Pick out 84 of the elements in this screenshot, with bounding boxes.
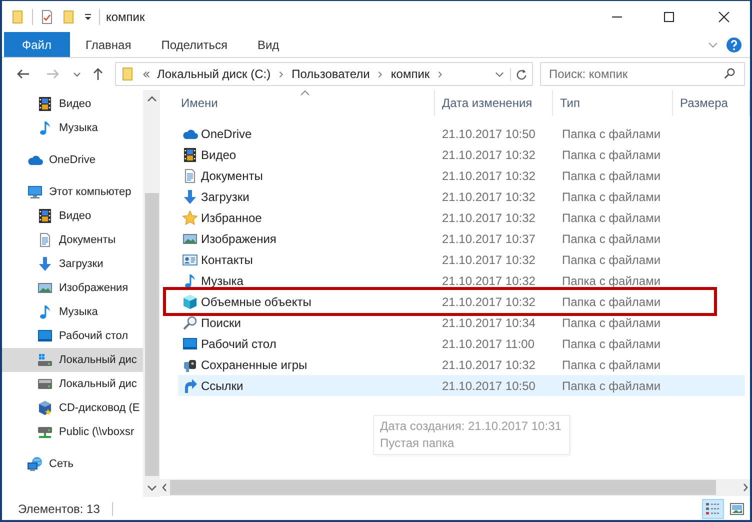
search-field[interactable]: Поиск: компик [540,62,745,86]
file-name: Контакты [201,252,253,266]
file-name: OneDrive [201,126,252,140]
file-type: Папка с файлами [561,232,662,246]
window-title: компик [106,10,145,24]
tooltip-text: Пустая папка [380,436,454,451]
modified-date: 21.10.2017 10:32 [441,210,536,224]
file-type: Папка с файлами [561,274,662,288]
file-row[interactable]: Избранное 21.10.2017 10:32 Папка с файлами [178,207,745,228]
file-type: Папка с файлами [561,378,662,392]
file-row[interactable]: Видео 21.10.2017 10:32 Папка с файлами [178,144,745,165]
tooltip-text: Дата создания: 21.10.2017 10:31 [380,419,562,434]
file-row[interactable]: Поиски 21.10.2017 10:34 Папка с файлами [178,312,745,333]
file-row[interactable]: Изображения 21.10.2017 10:37 Папка с файлами [178,228,745,249]
ribbon-tab[interactable]: Поделиться [147,32,242,57]
file-type: Папка с файлами [561,148,662,162]
modified-date: 21.10.2017 10:37 [441,232,536,246]
file-row[interactable]: Объемные объекты 21.10.2017 10:32 Папка с файлами [178,291,745,312]
file-row[interactable]: Рабочий стол 21.10.2017 11:00 Папка с файлами [178,333,745,354]
modified-date: 21.10.2017 11:00 [441,336,536,350]
sidebar-item[interactable]: OneDrive [2,148,143,172]
breadcrumb[interactable]: компик [390,67,430,81]
sidebar-item[interactable]: Музыка [2,300,143,324]
file-row[interactable]: Музыка 21.10.2017 10:32 Папка с файлами [178,270,745,291]
ribbon-tab[interactable]: Вид [243,32,294,57]
file-name: Изображения [201,232,276,246]
modified-date: 21.10.2017 10:50 [441,126,536,140]
file-type: Папка с файлами [561,168,662,182]
file-type: Папка с файлами [561,336,662,350]
file-row[interactable]: Контакты 21.10.2017 10:32 Папка с файлами [178,249,745,270]
breadcrumb[interactable]: Локальный диск (C:) [157,67,271,81]
file-name: Рабочий стол [201,336,276,350]
modified-date: 21.10.2017 10:50 [441,378,536,392]
file-type: Папка с файлами [561,358,662,372]
address-field[interactable]: Локальный диск (C:) Пользователи компик [115,62,533,86]
file-type: Папка с файлами [561,316,662,330]
modified-date: 21.10.2017 10:32 [441,252,536,266]
sidebar-item[interactable]: Изображения [2,276,143,300]
breadcrumb[interactable]: Пользователи [292,67,370,81]
modified-date: 21.10.2017 10:32 [441,294,536,308]
file-row[interactable]: OneDrive 21.10.2017 10:50 Папка с файлами [178,123,745,144]
modified-date: 21.10.2017 10:32 [441,190,536,204]
sidebar-item[interactable]: Видео [2,204,143,228]
column-header[interactable]: Тип [553,90,673,116]
file-row[interactable]: Документы 21.10.2017 10:32 Папка с файлами [178,165,745,186]
sidebar-item[interactable]: Локальный дис [2,372,143,396]
sidebar-item[interactable]: Видео [2,92,143,116]
file-row[interactable]: Ссылки 21.10.2017 10:50 Папка с файлами [178,375,745,396]
sidebar-item[interactable]: CD-дисковод (E [2,396,143,420]
file-type: Папка с файлами [561,190,662,204]
sidebar-item[interactable]: Документы [2,228,143,252]
file-name: Музыка [201,274,244,288]
sidebar-item[interactable]: Сеть [2,452,143,476]
sidebar-item[interactable]: Рабочий стол [2,324,143,348]
modified-date: 21.10.2017 10:34 [441,316,536,330]
sidebar-item[interactable]: Public (\\vboxsr [2,420,143,444]
file-type: Папка с файлами [561,252,662,266]
file-type: Папка с файлами [561,126,662,140]
file-row[interactable]: Сохраненные игры 21.10.2017 10:32 Папка с файлами [178,354,745,375]
file-name: Избранное [201,210,262,224]
item-count: Элементов: 13 [18,502,100,516]
file-name: Поиски [201,316,241,330]
modified-date: 21.10.2017 10:32 [441,274,536,288]
modified-date: 21.10.2017 10:32 [441,358,536,372]
ribbon-tab[interactable]: Главная [72,32,146,57]
column-header[interactable]: Дата изменения [435,90,553,116]
file-name: Видео [201,148,236,162]
file-name: Ссылки [201,378,244,392]
column-header[interactable]: Имени [180,90,435,116]
modified-date: 21.10.2017 10:32 [441,168,536,182]
modified-date: 21.10.2017 10:32 [441,148,536,162]
sidebar-item[interactable]: Локальный дис [2,348,143,372]
sidebar-item[interactable]: Загрузки [2,252,143,276]
ribbon-tab[interactable]: Файл [4,32,70,57]
file-type: Папка с файлами [561,294,662,308]
file-row[interactable]: Загрузки 21.10.2017 10:32 Папка с файлами [178,186,745,207]
file-name: Сохраненные игры [201,358,308,372]
column-header[interactable]: Размера [673,90,750,116]
file-type: Папка с файлами [561,210,662,224]
sidebar-item[interactable]: Этот компьютер [2,180,143,204]
file-name: Объемные объекты [201,294,312,308]
sidebar-item[interactable]: Музыка [2,116,143,140]
file-name: Загрузки [201,190,250,204]
file-name: Документы [201,168,263,182]
